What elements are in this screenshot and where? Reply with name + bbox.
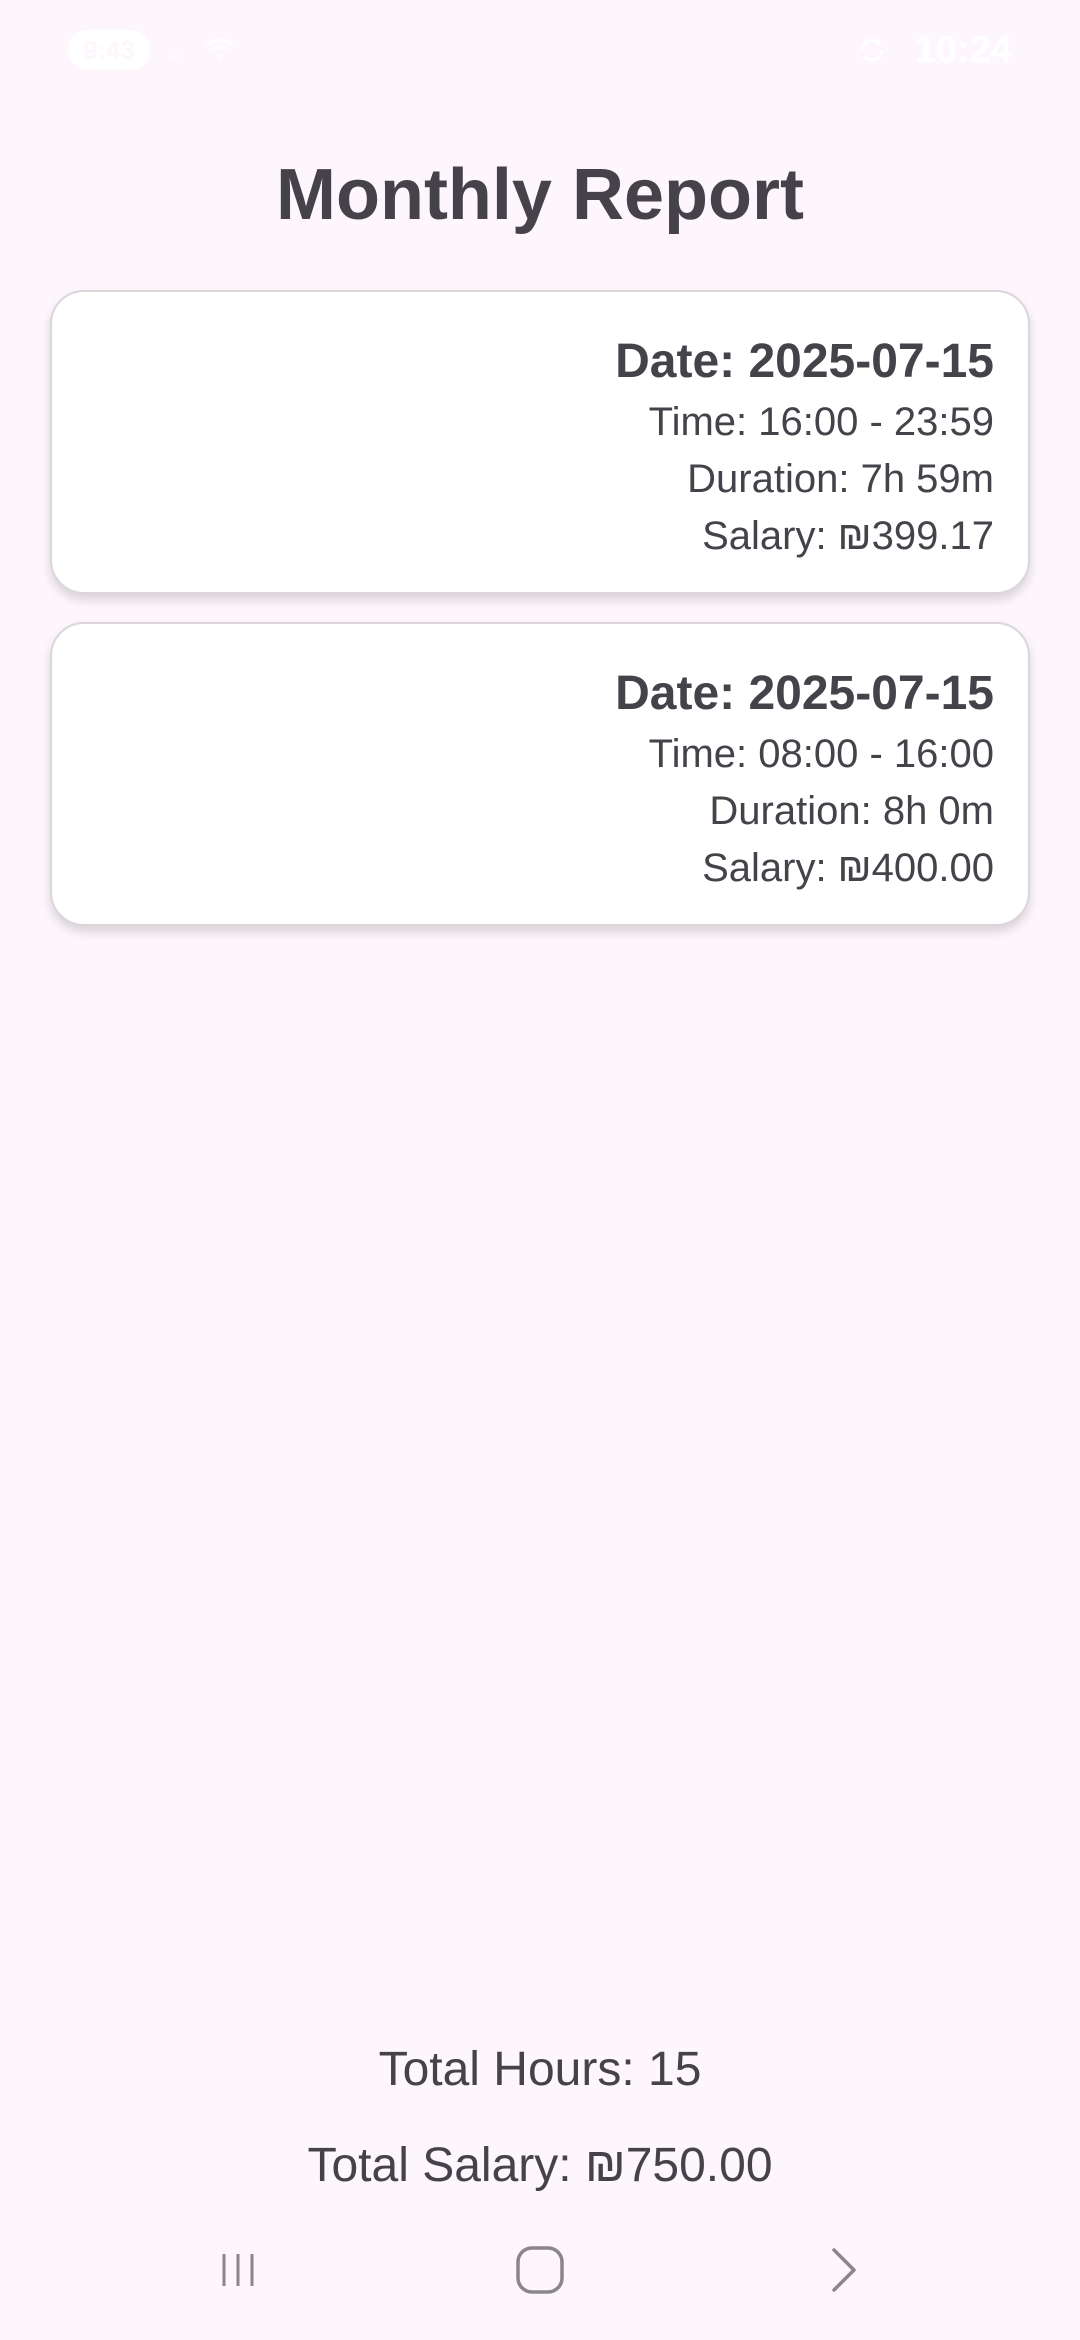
signal-icon (160, 30, 200, 70)
navigation-bar (0, 2230, 1080, 2310)
total-salary: Total Salary: ₪750.00 (307, 2139, 773, 2192)
shift-duration: Duration: 8h 0m (709, 789, 994, 833)
status-bar: 9:43 10:24 (0, 0, 1080, 100)
shift-time: Time: 16:00 - 23:59 (648, 400, 994, 444)
recent-apps-icon (214, 2246, 262, 2294)
shift-duration: Duration: 7h 59m (687, 457, 994, 501)
page-title: Monthly Report (276, 155, 804, 235)
shift-salary: Salary: ₪399.17 (702, 514, 994, 558)
back-button[interactable] (792, 2230, 892, 2310)
shift-date: Date: 2025-07-15 (615, 335, 994, 388)
total-hours: Total Hours: 15 (378, 2043, 702, 2096)
shift-date: Date: 2025-07-15 (615, 667, 994, 720)
shift-list: Date: 2025-07-15 Time: 16:00 - 23:59 Dur… (50, 290, 1030, 954)
home-icon (514, 2244, 566, 2296)
shift-card[interactable]: Date: 2025-07-15 Time: 08:00 - 16:00 Dur… (50, 622, 1030, 926)
home-button[interactable] (490, 2230, 590, 2310)
shift-salary: Salary: ₪400.00 (702, 846, 994, 890)
status-badge: 9:43 (68, 30, 150, 70)
back-icon (818, 2244, 866, 2296)
recent-apps-button[interactable] (188, 2230, 288, 2310)
wifi-icon (200, 30, 240, 70)
sync-icon (852, 30, 892, 70)
shift-time: Time: 08:00 - 16:00 (648, 732, 994, 776)
shift-card[interactable]: Date: 2025-07-15 Time: 16:00 - 23:59 Dur… (50, 290, 1030, 594)
status-time: 10:24 (914, 29, 1012, 71)
totals-summary: Total Hours: 15 Total Salary: ₪750.00 (0, 2038, 1080, 2198)
